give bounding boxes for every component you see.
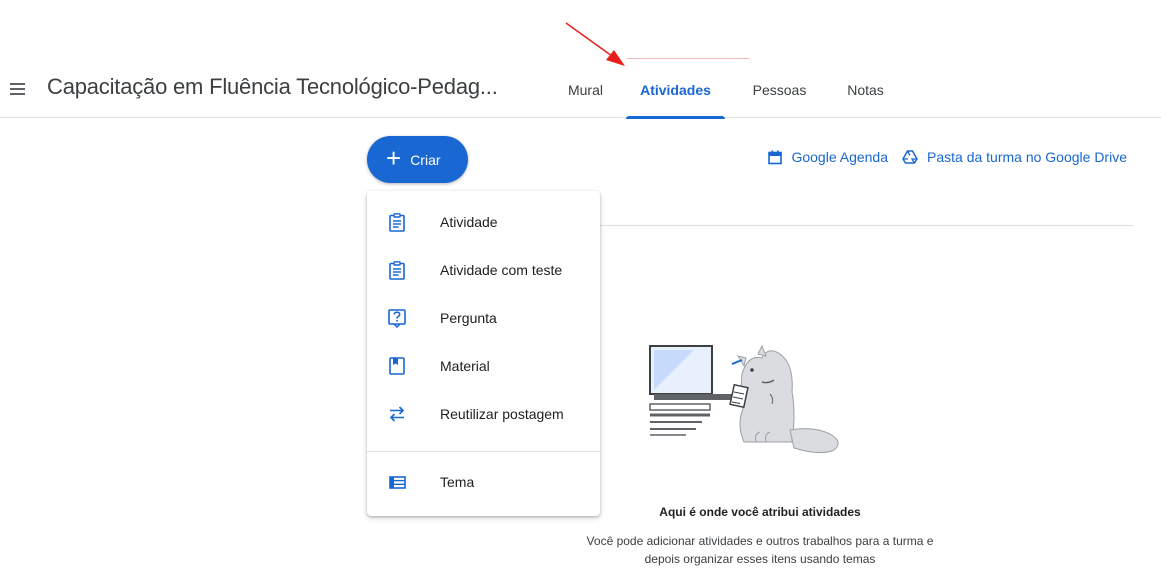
quiz-assignment-icon	[385, 258, 409, 282]
menu-item-label: Pergunta	[440, 310, 497, 326]
top-app-bar: Capacitação em Fluência Tecnológico-Peda…	[0, 62, 1161, 119]
class-tabs: Mural Atividades Pessoas Notas	[546, 62, 902, 119]
drive-folder-label: Pasta da turma no Google Drive	[927, 149, 1127, 165]
topic-icon	[385, 470, 409, 494]
menu-item-tema[interactable]: Tema	[367, 458, 600, 506]
menu-item-label: Tema	[440, 474, 475, 490]
create-button-label: Criar	[410, 151, 441, 168]
assignment-icon	[385, 210, 409, 234]
hamburger-menu-icon[interactable]	[9, 80, 29, 100]
drive-folder-link[interactable]: Pasta da turma no Google Drive	[902, 149, 1127, 165]
drive-icon	[902, 150, 918, 164]
menu-item-atividade-com-teste[interactable]: Atividade com teste	[367, 246, 600, 294]
empty-state-description: Você pode adicionar atividades e outros …	[586, 534, 934, 566]
tab-notas[interactable]: Notas	[829, 62, 902, 118]
google-calendar-link[interactable]: Google Agenda	[768, 149, 888, 165]
reuse-icon	[385, 402, 409, 426]
question-icon	[385, 306, 409, 330]
tab-pessoas[interactable]: Pessoas	[730, 62, 829, 118]
material-icon	[385, 354, 409, 378]
menu-item-atividade[interactable]: Atividade	[367, 198, 600, 246]
menu-divider	[367, 451, 600, 452]
tab-atividades[interactable]: Atividades	[626, 62, 725, 119]
tab-mural[interactable]: Mural	[546, 62, 625, 118]
annotation-line	[627, 58, 749, 59]
divider	[600, 225, 1134, 226]
menu-item-reutilizar-postagem[interactable]: Reutilizar postagem	[367, 390, 600, 438]
empty-state-title: Aqui é onde você atribui atividades	[659, 505, 861, 519]
google-calendar-label: Google Agenda	[791, 149, 888, 165]
empty-state-illustration	[649, 344, 839, 454]
create-button[interactable]: + Criar	[367, 136, 468, 183]
menu-item-material[interactable]: Material	[367, 342, 600, 390]
menu-item-label: Reutilizar postagem	[440, 406, 564, 422]
plus-icon: +	[386, 143, 402, 173]
create-menu: Atividade Atividade com teste Pergunta M…	[367, 191, 600, 516]
menu-item-pergunta[interactable]: Pergunta	[367, 294, 600, 342]
menu-item-label: Material	[440, 358, 490, 374]
menu-item-label: Atividade com teste	[440, 262, 563, 278]
class-resource-links: Google Agenda Pasta da turma no Google D…	[768, 149, 1127, 165]
calendar-icon	[768, 150, 783, 164]
course-title[interactable]: Capacitação em Fluência Tecnológico-Peda…	[47, 74, 498, 100]
menu-item-label: Atividade	[440, 214, 498, 230]
